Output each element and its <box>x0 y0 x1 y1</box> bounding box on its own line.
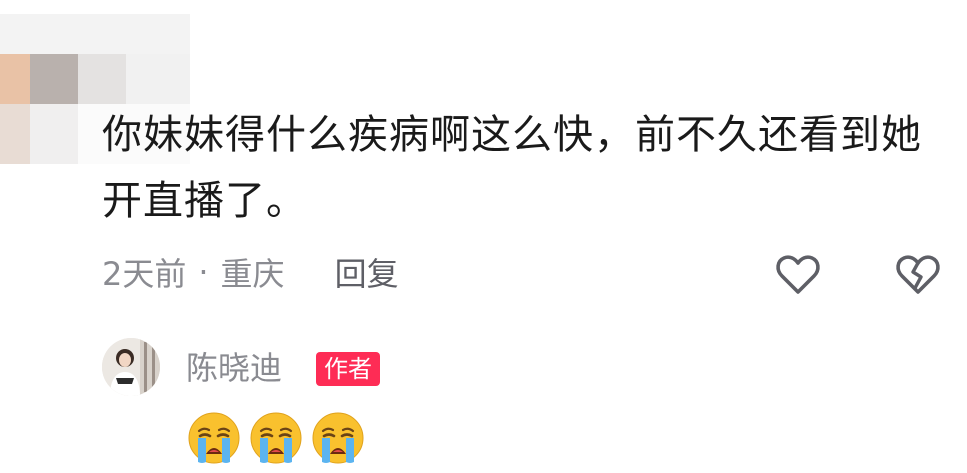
like-button[interactable] <box>772 248 824 300</box>
dislike-button[interactable] <box>892 248 944 300</box>
loudly-crying-face-icon <box>186 410 242 466</box>
comment-location: 重庆 <box>220 255 285 293</box>
comment-meta: 2天前 · 重庆 回复 <box>102 246 399 298</box>
author-reply: 陈晓迪 作者 <box>102 338 922 473</box>
reply-button[interactable]: 回复 <box>335 249 399 295</box>
loudly-crying-face-icon <box>310 410 366 466</box>
broken-heart-icon <box>892 248 944 300</box>
meta-separator: · <box>198 253 209 291</box>
comment-time: 2天前 <box>102 255 187 293</box>
comment-text: 你妹妹得什么疾病啊这么快，前不久还看到她开直播了。 <box>102 112 922 224</box>
loudly-crying-face-icon <box>248 410 304 466</box>
heart-outline-icon <box>772 248 824 300</box>
author-name[interactable]: 陈晓迪 <box>186 348 282 388</box>
author-badge: 作者 <box>316 352 380 386</box>
author-avatar[interactable] <box>102 338 160 396</box>
reply-content <box>186 410 366 466</box>
